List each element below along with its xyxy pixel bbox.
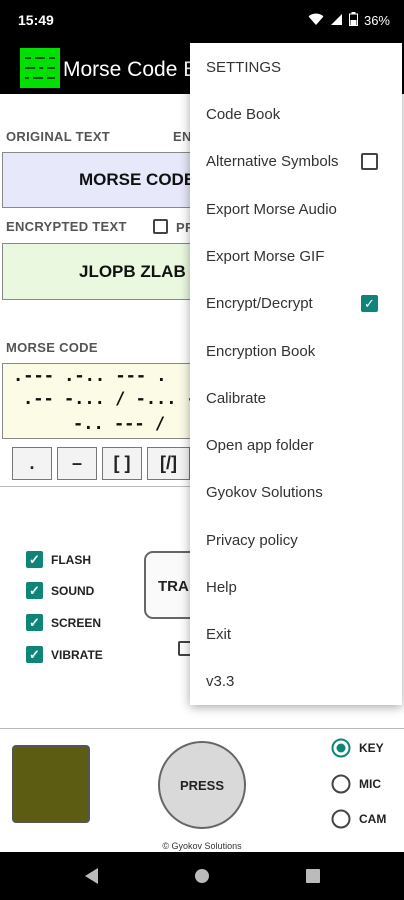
mode-mic[interactable]: MIC (331, 774, 381, 794)
signal-indicator (12, 745, 90, 823)
pr-checkbox[interactable] (153, 219, 168, 234)
word-space-button[interactable]: [/] (147, 447, 190, 480)
menu-item-version: v3.3 (206, 673, 235, 690)
space-button[interactable]: [ ] (102, 447, 142, 480)
menu-item-settings[interactable]: SETTINGS (206, 59, 281, 76)
back-icon[interactable] (85, 868, 99, 884)
check-icon: ✓ (26, 551, 43, 568)
unchecked-box-icon (361, 153, 378, 170)
encrypted-text-label: ENCRYPTED TEXT (6, 219, 127, 234)
status-icons: 36% (308, 12, 390, 29)
signal-icon (330, 13, 343, 29)
menu-item-exit[interactable]: Exit (206, 626, 231, 643)
menu-item-export-morse-gif[interactable]: Export Morse GIF (206, 248, 324, 265)
option-label: SOUND (51, 583, 95, 598)
menu-item-open-app-folder[interactable]: Open app folder (206, 437, 314, 454)
morse-line-2: .-- -... / -... --. (23, 389, 218, 409)
menu-item-label: Alternative Symbols (206, 153, 339, 170)
morse-line-1: .--- .-.. --- . (13, 366, 167, 386)
home-icon[interactable] (194, 868, 210, 884)
radio-icon (331, 774, 351, 794)
encrypted-text-value: JLOPB ZLAB (79, 261, 186, 281)
check-icon: ✓ (26, 646, 43, 663)
status-bar: 15:49 36% (0, 0, 404, 42)
dash-button[interactable]: – (57, 447, 97, 480)
press-button[interactable]: PRESS (158, 741, 246, 829)
checked-box-icon: ✓ (361, 295, 378, 312)
check-icon: ✓ (26, 614, 43, 631)
option-label: VIBRATE (51, 647, 103, 662)
app-logo-icon (20, 48, 60, 88)
menu-item-gyokov-solutions[interactable]: Gyokov Solutions (206, 484, 323, 501)
battery-icon (348, 12, 358, 29)
wifi-icon (308, 13, 324, 29)
divider (0, 486, 190, 487)
app-title: Morse Code E (63, 58, 198, 81)
morse-code-label: MORSE CODE (6, 340, 98, 355)
morse-code-field[interactable]: .--- .-.. --- . .-- -... / -... --. -.. … (2, 363, 222, 439)
option-sound[interactable]: ✓ SOUND (26, 582, 94, 599)
menu-item-encrypt-decrypt[interactable]: Encrypt/Decrypt ✓ (190, 295, 402, 317)
dot-button[interactable]: . (12, 447, 52, 480)
option-screen[interactable]: ✓ SCREEN (26, 614, 101, 631)
navigation-bar (0, 852, 404, 900)
status-time: 15:49 (18, 12, 54, 28)
press-label: PRESS (179, 777, 225, 793)
menu-item-code-book[interactable]: Code Book (206, 106, 280, 123)
mode-label: KEY (359, 741, 384, 755)
original-text-label-right: EN (173, 129, 192, 144)
option-label: FLASH (51, 552, 91, 567)
menu-item-calibrate[interactable]: Calibrate (206, 390, 266, 407)
mode-label: MIC (359, 777, 381, 791)
overflow-menu: SETTINGS Code Book Alternative Symbols E… (190, 43, 402, 705)
radio-selected-icon (331, 738, 351, 758)
encrypted-text-field[interactable]: JLOPB ZLAB (2, 243, 222, 300)
battery-level: 36% (363, 13, 390, 28)
option-flash[interactable]: ✓ FLASH (26, 551, 91, 568)
menu-item-export-morse-audio[interactable]: Export Morse Audio (206, 201, 337, 218)
menu-item-alternative-symbols[interactable]: Alternative Symbols (190, 153, 402, 175)
mode-key[interactable]: KEY (331, 738, 384, 758)
footer-copyright: © Gyokov Solutions (162, 841, 242, 851)
radio-icon (331, 809, 351, 829)
original-text-input[interactable]: MORSE CODE (2, 152, 222, 208)
menu-item-label: Encrypt/Decrypt (206, 295, 313, 312)
menu-item-privacy-policy[interactable]: Privacy policy (206, 532, 298, 549)
check-icon: ✓ (26, 582, 43, 599)
option-vibrate[interactable]: ✓ VIBRATE (26, 646, 103, 663)
menu-item-help[interactable]: Help (206, 579, 237, 596)
mode-label: CAM (359, 812, 387, 826)
original-text-label: ORIGINAL TEXT (6, 129, 111, 144)
option-label: SCREEN (51, 615, 102, 630)
original-text-value: MORSE CODE (79, 170, 196, 189)
mode-cam[interactable]: CAM (331, 809, 386, 829)
divider-bottom (0, 728, 404, 729)
menu-item-encryption-book[interactable]: Encryption Book (206, 343, 315, 360)
transmit-label: TRA (158, 578, 189, 595)
recents-icon[interactable] (306, 869, 320, 883)
morse-line-3: -.. --- / (73, 414, 166, 434)
